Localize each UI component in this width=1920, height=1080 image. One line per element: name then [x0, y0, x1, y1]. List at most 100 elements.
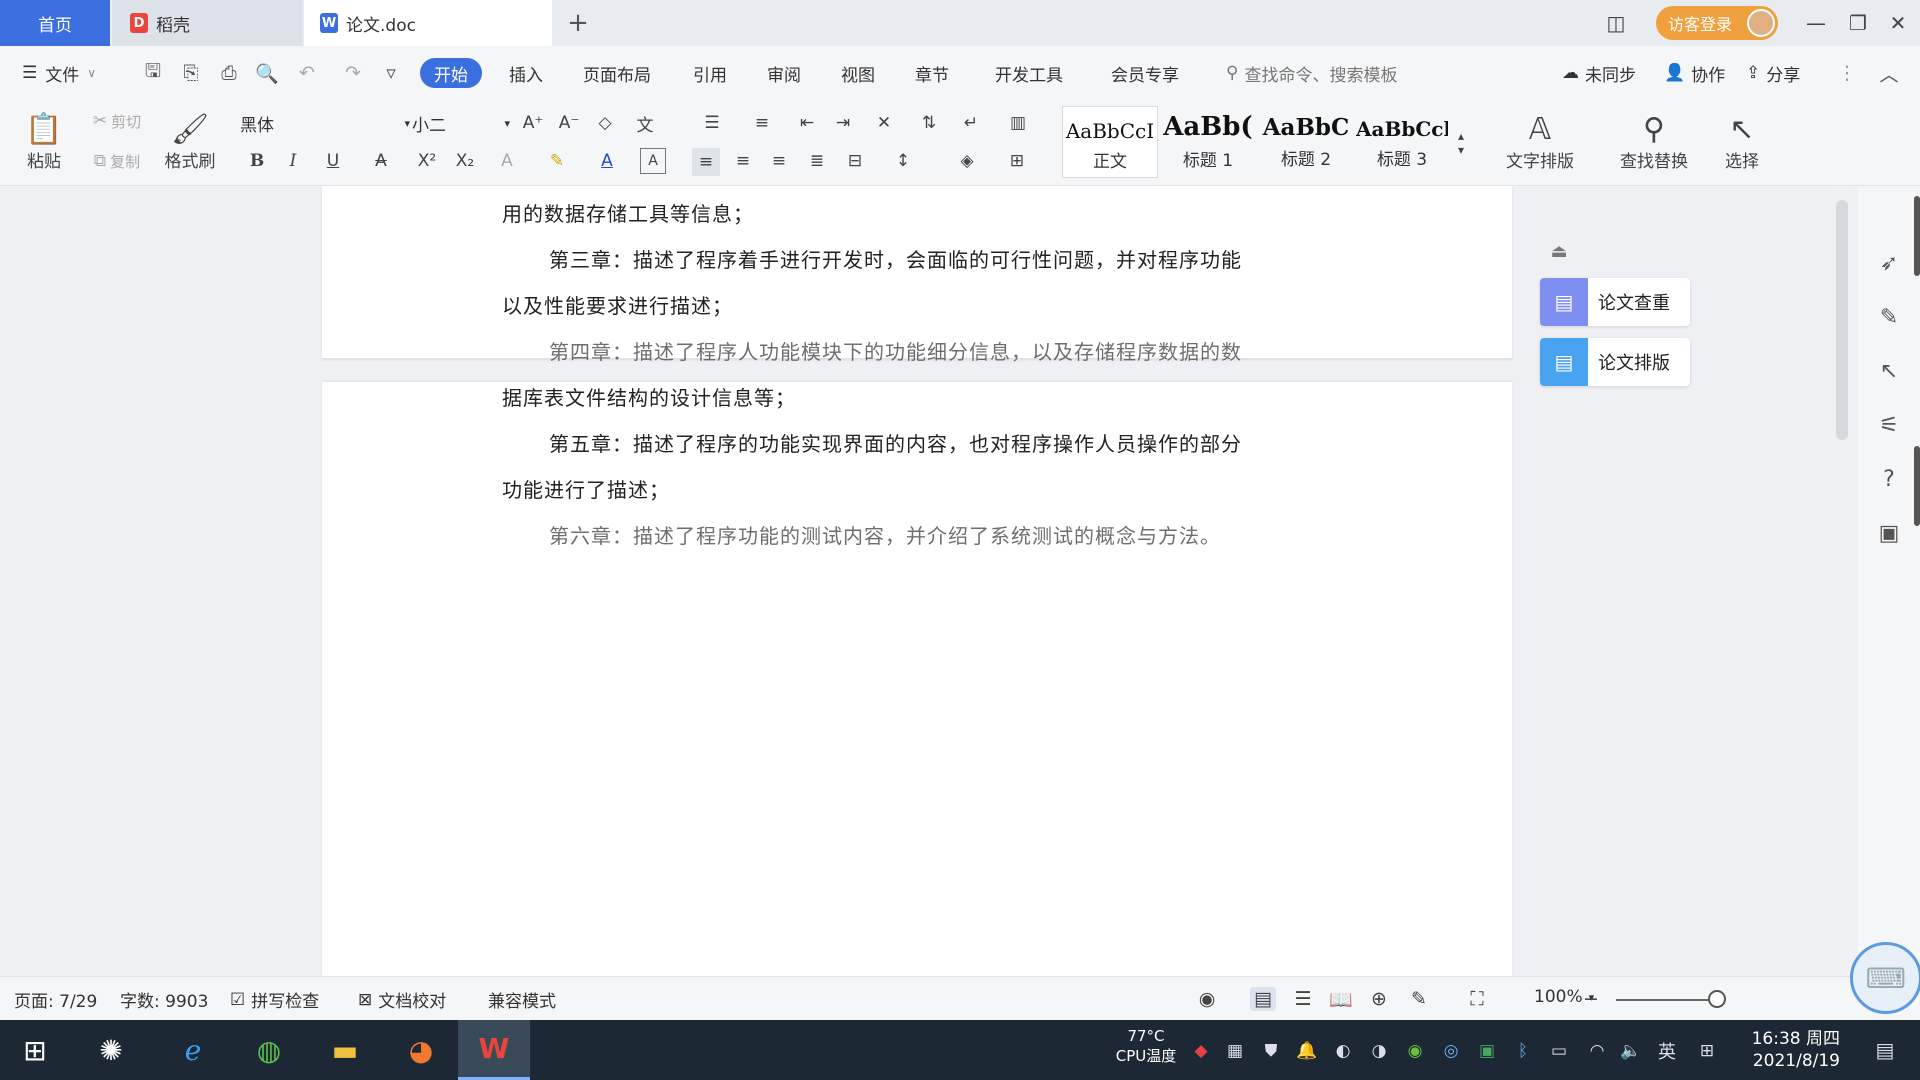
align-right-icon[interactable]: ≡: [766, 148, 792, 174]
thesis-check-button[interactable]: ▤ 论文查重: [1540, 278, 1690, 326]
align-left-icon[interactable]: ≡: [692, 148, 720, 176]
browser-icon[interactable]: ◍: [234, 1020, 304, 1080]
windows-start-icon[interactable]: ⊞: [0, 1020, 70, 1080]
zoom-slider[interactable]: [1616, 999, 1716, 1001]
file-explorer-icon[interactable]: ▬: [310, 1020, 380, 1080]
doc-line-3[interactable]: 以及性能要求进行描述；: [502, 290, 733, 319]
qq-icon-2[interactable]: ◑: [1366, 1038, 1392, 1064]
zoom-slider-thumb[interactable]: [1708, 990, 1726, 1008]
doc-line-6[interactable]: 第五章：描述了程序的功能实现界面的内容，也对程序操作人员操作的部分: [549, 428, 1242, 457]
clear-format-icon[interactable]: ◇: [592, 110, 618, 136]
outline-view-icon[interactable]: ☰: [1290, 987, 1316, 1011]
share-button[interactable]: ⇪ 分享: [1746, 58, 1800, 88]
bold-icon[interactable]: B: [244, 148, 270, 174]
distribute-icon[interactable]: ⊟: [842, 148, 868, 174]
eye-protect-icon[interactable]: ◉: [1194, 987, 1220, 1011]
shrink-font-icon[interactable]: A⁻: [556, 110, 582, 136]
shading-icon[interactable]: ◈: [950, 148, 984, 174]
tab-member[interactable]: 会员专享: [1111, 58, 1179, 88]
volume-icon[interactable]: 🔈: [1618, 1038, 1644, 1064]
reading-view-icon[interactable]: 📖: [1328, 987, 1354, 1011]
italic-icon[interactable]: I: [280, 148, 306, 174]
cloud-tray-icon[interactable]: ◎: [1438, 1038, 1464, 1064]
style-normal[interactable]: AaBbCcI 正文: [1062, 106, 1158, 178]
increase-indent-icon[interactable]: ⇥: [830, 110, 856, 136]
shield-icon[interactable]: ⛊: [1258, 1038, 1284, 1064]
game-app-icon[interactable]: ◕: [386, 1020, 456, 1080]
doc-line-4[interactable]: 第四章：描述了程序人功能模块下的功能细分信息，以及存储程序数据的数: [549, 336, 1242, 365]
page-indicator[interactable]: 页面: 7/29: [14, 987, 97, 1012]
thesis-layout-button[interactable]: ▤ 论文排版: [1540, 338, 1690, 386]
scrollbar-thumb[interactable]: [1836, 200, 1848, 440]
format-icon[interactable]: ⎘: [178, 60, 204, 86]
tab-document[interactable]: W 论文.doc: [304, 0, 552, 46]
text-effect-icon[interactable]: A: [492, 148, 522, 174]
antivirus-icon[interactable]: ◆: [1188, 1038, 1214, 1064]
minimize-icon[interactable]: —: [1794, 0, 1838, 46]
style-scroll-icon[interactable]: ▴ ▾: [1452, 110, 1470, 176]
numbered-list-icon[interactable]: ≡: [744, 110, 780, 136]
qq-icon[interactable]: ◐: [1330, 1038, 1356, 1064]
bluetooth-icon[interactable]: ᛒ: [1510, 1038, 1536, 1064]
tab-developer[interactable]: 开发工具: [995, 58, 1063, 88]
collapse-panel-icon[interactable]: ⏏: [1544, 236, 1574, 266]
ime-mode-icon[interactable]: ⊞: [1694, 1038, 1720, 1064]
print-icon[interactable]: ⎙: [216, 60, 242, 86]
system-clock[interactable]: 16:38 周四 2021/8/19: [1744, 1028, 1840, 1072]
save-icon[interactable]: 🖫: [140, 60, 166, 86]
wps-office-icon[interactable]: W: [458, 1020, 530, 1080]
tab-page-layout[interactable]: 页面布局: [583, 58, 651, 88]
subscript-icon[interactable]: X₂: [452, 148, 478, 174]
settings-slider-icon[interactable]: ⚟: [1874, 410, 1904, 440]
highlight-icon[interactable]: ✎: [540, 148, 574, 174]
login-button[interactable]: 访客登录: [1656, 6, 1778, 40]
more-icon[interactable]: ⋮: [1834, 60, 1860, 86]
strikethrough-icon[interactable]: A: [364, 148, 398, 174]
sync-button[interactable]: ☁ 未同步: [1562, 58, 1636, 88]
sort-icon[interactable]: ⇅: [916, 110, 942, 136]
doc-line-8[interactable]: 第六章：描述了程序功能的测试内容，并介绍了系统测试的概念与方法。: [549, 520, 1221, 549]
doc-line-2[interactable]: 第三章：描述了程序着手进行开发时，会面临的可行性问题，并对程序功能: [549, 244, 1242, 273]
superscript-icon[interactable]: X²: [414, 148, 440, 174]
app-pinwheel-icon[interactable]: ✺: [76, 1020, 146, 1080]
tab-section[interactable]: 章节: [915, 58, 949, 88]
layout-toggle-icon[interactable]: ◫: [1594, 0, 1638, 46]
doc-line-5[interactable]: 据库表文件结构的设计信息等；: [502, 382, 796, 411]
undo-icon[interactable]: ↶: [294, 60, 320, 86]
print-preview-icon[interactable]: 🔍: [254, 60, 280, 86]
restore-icon[interactable]: ❐: [1836, 0, 1880, 46]
tab-start[interactable]: 开始: [420, 58, 482, 88]
pen-icon[interactable]: ✎: [1874, 302, 1904, 332]
phonetic-icon[interactable]: 文: [628, 110, 662, 136]
doc-line-1[interactable]: 用的数据存储工具等信息；: [502, 198, 754, 227]
tab-home[interactable]: 首页: [0, 0, 110, 46]
ime-language[interactable]: 英: [1654, 1038, 1680, 1064]
tab-references[interactable]: 引用: [693, 58, 727, 88]
collapse-ribbon-icon[interactable]: ︿: [1876, 60, 1902, 86]
internet-explorer-icon[interactable]: ℯ: [158, 1020, 228, 1080]
style-heading-3[interactable]: AaBbCcl 标题 3: [1354, 106, 1450, 178]
tab-review[interactable]: 审阅: [767, 58, 801, 88]
format-painter-button[interactable]: 🖌 格式刷: [160, 106, 220, 178]
image-icon[interactable]: ▣: [1874, 518, 1904, 548]
collab-button[interactable]: 👤 协作: [1664, 58, 1725, 88]
write-mode-icon[interactable]: ✎: [1406, 987, 1432, 1011]
font-size-select[interactable]: 小二 ▾: [412, 110, 510, 136]
tab-view[interactable]: 视图: [841, 58, 875, 88]
decrease-indent-icon[interactable]: ⇤: [794, 110, 820, 136]
underline-icon[interactable]: U: [316, 148, 350, 174]
zoom-out-icon[interactable]: −: [1578, 987, 1604, 1011]
text-layout-button[interactable]: 𝔸 文字排版: [1492, 106, 1588, 178]
align-center-icon[interactable]: ≡: [730, 148, 756, 174]
nvidia-icon[interactable]: ▣: [1474, 1038, 1500, 1064]
rocket-icon[interactable]: ➶: [1874, 248, 1904, 278]
style-heading-1[interactable]: AaBb( 标题 1: [1160, 106, 1256, 178]
font-color-icon[interactable]: A: [590, 148, 624, 174]
network-app-icon[interactable]: ▦: [1222, 1038, 1248, 1064]
battery-icon[interactable]: ▭: [1546, 1038, 1572, 1064]
cpu-temperature[interactable]: 77°C CPU温度: [1104, 1026, 1188, 1066]
action-center-icon[interactable]: ▤: [1870, 1036, 1900, 1064]
app-tray-icon[interactable]: ◉: [1402, 1038, 1428, 1064]
ruler-icon[interactable]: ▥: [1002, 110, 1034, 136]
spellcheck-button[interactable]: ☑ 拼写检查: [230, 987, 319, 1013]
